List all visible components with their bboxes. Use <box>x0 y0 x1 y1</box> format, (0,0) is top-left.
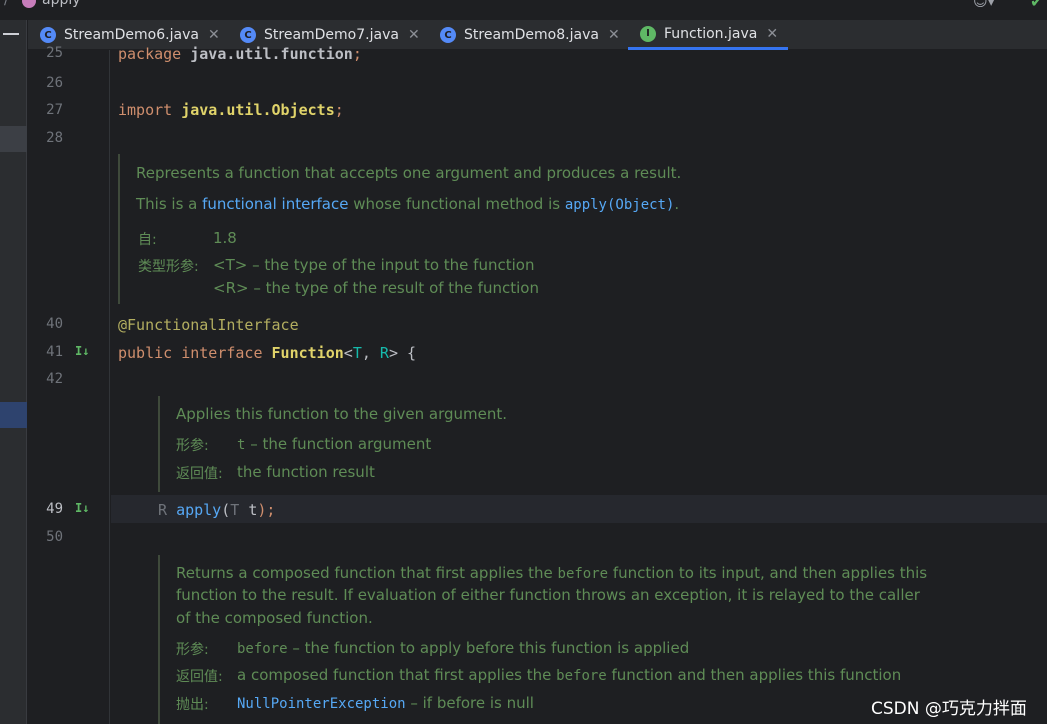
tab-label: StreamDemo7.java <box>264 27 399 43</box>
keyword: package <box>118 45 182 63</box>
doc-text: Represents a function that accepts one a… <box>136 164 682 182</box>
type-param: T <box>352 344 362 362</box>
method-icon <box>22 0 36 8</box>
doc-tag-return: 返回值: <box>176 669 223 685</box>
code-line-40[interactable]: @FunctionalInterface <box>118 316 299 334</box>
code-line-27[interactable]: import java.util.Objects; <box>118 101 344 119</box>
line-number-gutter[interactable]: 25 26 27 28 40 41 I↓ 42 49 I↓ 50 <box>28 45 110 724</box>
return-type: R <box>158 501 168 519</box>
breadcrumb: / apply <box>0 0 1047 8</box>
line-number: 27 <box>46 102 63 118</box>
line-number: 50 <box>46 529 63 545</box>
check-icon[interactable]: ✔ <box>1030 0 1044 11</box>
method-name: apply <box>176 501 222 519</box>
class-icon: C <box>240 27 256 43</box>
line-number-current: 49 <box>46 501 63 517</box>
tab-label: StreamDemo6.java <box>64 27 199 43</box>
doc-return: the function result <box>237 463 375 481</box>
code-editor[interactable]: package java.util.function; import java.… <box>111 45 1047 724</box>
strip-highlight <box>0 126 27 152</box>
semicolon: ; <box>334 101 344 119</box>
semicolon: ; <box>352 45 362 63</box>
close-icon[interactable]: ✕ <box>608 27 620 43</box>
collapse-icon[interactable] <box>3 33 19 35</box>
line-number: 40 <box>46 316 63 332</box>
close-icon[interactable]: ✕ <box>408 27 420 43</box>
tab-function[interactable]: I Function.java ✕ <box>628 20 788 50</box>
implemented-by-icon[interactable]: I↓ <box>75 344 89 358</box>
keyword: interface <box>181 344 263 362</box>
left-tool-strip <box>0 20 27 724</box>
param-type: T <box>230 501 240 519</box>
interface-icon: I <box>640 25 656 42</box>
doc-link[interactable]: functional interface <box>202 195 348 213</box>
doc-tag-return: 返回值: <box>176 466 223 482</box>
type-param: R <box>379 344 389 362</box>
package-name: java.util.function <box>190 45 353 63</box>
doc-text: Returns a composed function that first a… <box>176 564 928 582</box>
line-number: 41 <box>46 344 63 360</box>
line-number: 42 <box>46 371 63 387</box>
class-icon: C <box>440 27 456 43</box>
code-line-41[interactable]: public interface Function<T, R> { <box>118 344 416 362</box>
doc-tag-params: 形参: <box>176 642 209 658</box>
implemented-by-icon[interactable]: I↓ <box>75 501 89 515</box>
doc-tag-params: 形参: <box>176 438 209 454</box>
line-number: 25 <box>46 45 63 61</box>
param-name: t <box>248 501 258 519</box>
watermark: CSDN @巧克力拌面 <box>871 699 1027 719</box>
breadcrumb-item-apply[interactable]: apply <box>42 0 81 8</box>
doc-tag-since: 自: <box>138 232 157 248</box>
tab-streamdemo8[interactable]: C StreamDemo8.java ✕ <box>440 20 620 50</box>
breadcrumb-separator: / <box>4 0 9 8</box>
doc-link[interactable]: apply(Object) <box>565 197 675 213</box>
code-line-25[interactable]: package java.util.function; <box>118 45 362 63</box>
tab-label: StreamDemo8.java <box>464 27 599 43</box>
doc-param: <R> – the type of the result of the func… <box>213 279 539 297</box>
interface-name: Function <box>271 344 344 362</box>
strip-selection <box>0 402 27 428</box>
doc-return: a composed function that first applies t… <box>237 666 902 684</box>
doc-tag-type-params: 类型形参: <box>138 259 199 275</box>
annotation: @FunctionalInterface <box>118 316 299 334</box>
doc-since-value: 1.8 <box>213 229 237 247</box>
doc-text: of the composed function. <box>176 609 373 627</box>
doc-link[interactable]: NullPointerException <box>237 696 406 712</box>
close-icon[interactable]: ✕ <box>208 27 220 43</box>
doc-text: This is a functional interface whose fun… <box>136 195 680 213</box>
doc-throws: NullPointerException – if before is null <box>237 694 534 712</box>
line-number: 26 <box>46 75 63 91</box>
keyword: public <box>118 344 173 362</box>
doc-comment-compose: Returns a composed function that first a… <box>158 555 988 724</box>
tab-label: Function.java <box>664 25 758 42</box>
line-number: 28 <box>46 130 63 146</box>
doc-param: t – the function argument <box>237 435 432 453</box>
user-icon[interactable]: ☺▾ <box>973 0 995 10</box>
doc-comment-apply: Applies this function to the given argum… <box>158 396 658 492</box>
class-icon: C <box>40 27 56 43</box>
code-line-49[interactable]: R apply(T t); <box>158 501 275 519</box>
import-name: java.util.Objects <box>181 101 335 119</box>
keyword: import <box>118 101 173 119</box>
doc-text: function to the result. If evaluation of… <box>176 586 920 604</box>
doc-text: Applies this function to the given argum… <box>176 405 508 423</box>
doc-tag-throws: 抛出: <box>176 697 209 713</box>
doc-param: before – the function to apply before th… <box>237 639 690 657</box>
close-icon[interactable]: ✕ <box>766 26 778 42</box>
doc-param: <T> – the type of the input to the funct… <box>213 256 535 274</box>
doc-comment-interface: Represents a function that accepts one a… <box>118 154 718 304</box>
